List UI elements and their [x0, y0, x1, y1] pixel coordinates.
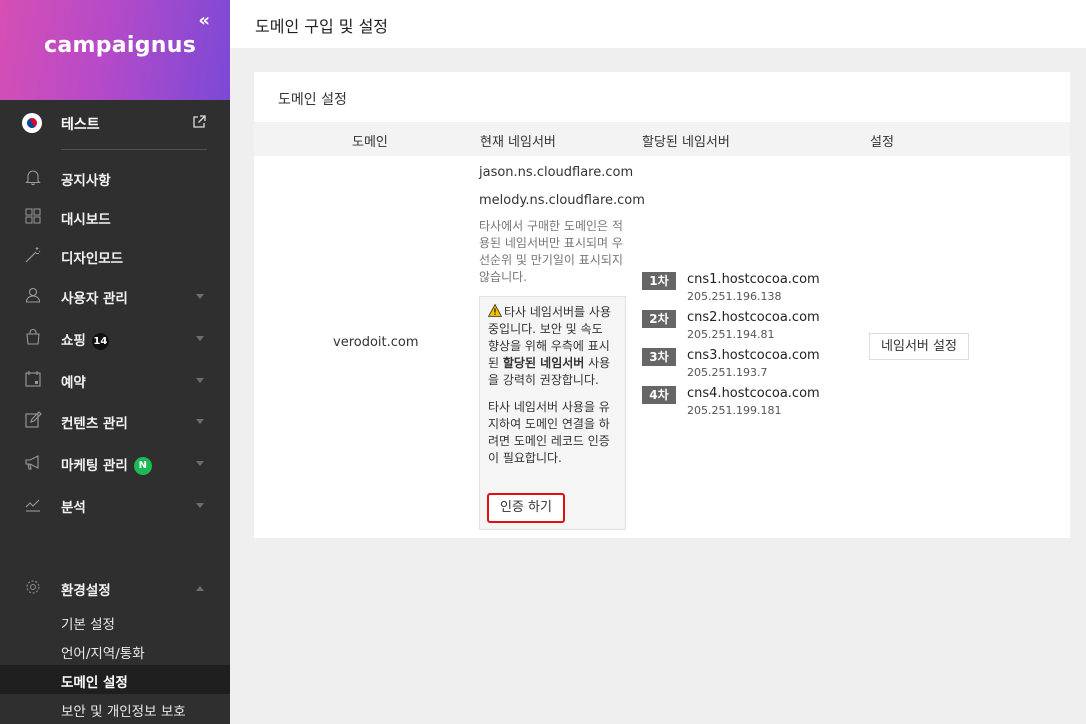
- warning-text: 타사 네임서버를 사용 중입니다. 보안 및 속도 향상을 위해 우측에 표시된…: [488, 304, 617, 389]
- nav-label: 마케팅 관리 N: [61, 454, 152, 475]
- external-link-icon[interactable]: [192, 115, 206, 129]
- ns-ip: 205.251.194.81: [687, 328, 775, 341]
- warning-text-bold: 할당된 네임서버: [502, 356, 585, 370]
- nav-item-content-management[interactable]: 컨텐츠 관리: [0, 407, 230, 435]
- nav-item-notice[interactable]: 공지사항: [0, 164, 230, 192]
- ns-ip: 205.251.196.138: [687, 290, 782, 303]
- sub-item-label: 기본 설정: [61, 617, 115, 633]
- column-header-assigned-ns: 할당된 네임서버: [642, 135, 730, 150]
- shopping-count-badge: 14: [91, 332, 109, 350]
- nav-label-text: 마케팅 관리: [61, 458, 128, 474]
- sub-item-domain-settings[interactable]: 도메인 설정: [0, 665, 230, 694]
- ns-ip: 205.251.199.181: [687, 404, 782, 417]
- current-ns-note: 타사에서 구매한 도메인은 적용된 네임서버만 표시되며 우선순위 및 만기일이…: [479, 219, 623, 284]
- ns-ip: 205.251.193.7: [687, 366, 768, 379]
- domain-settings-card: 도메인 설정 도메인 현재 네임서버 할당된 네임서버 설정 verodoit.…: [254, 72, 1070, 538]
- calendar-icon: [25, 371, 41, 387]
- nav-item-marketing[interactable]: 마케팅 관리 N: [0, 449, 230, 477]
- current-nameserver: melody.ns.cloudflare.com: [479, 193, 645, 208]
- collapse-sidebar-icon[interactable]: «: [198, 10, 210, 31]
- ns-rank-badge: 1차: [642, 272, 676, 290]
- page-title: 도메인 구입 및 설정: [255, 17, 389, 36]
- sub-item-basic-settings[interactable]: 기본 설정: [0, 607, 230, 636]
- chevron-up-icon: [196, 586, 204, 591]
- assigned-ns-row: 2차 cns2.hostcocoa.com 205.251.194.81: [642, 310, 842, 344]
- nav-label: 대시보드: [61, 212, 111, 228]
- magic-wand-icon: [25, 247, 41, 263]
- nav-item-reservation[interactable]: 예약: [0, 366, 230, 394]
- assigned-ns-row: 4차 cns4.hostcocoa.com 205.251.199.181: [642, 386, 842, 420]
- column-header-domain: 도메인: [352, 135, 388, 150]
- warning-text-second: 타사 네임서버 사용을 유지하여 도메인 연결을 하려면 도메인 레코드 인증이…: [488, 400, 610, 465]
- nav-item-user-management[interactable]: 사용자 관리: [0, 282, 230, 310]
- chart-icon: [25, 499, 40, 512]
- sidebar-divider: [61, 149, 207, 150]
- chevron-down-icon: [196, 294, 204, 299]
- warning-icon: [488, 304, 502, 317]
- korea-flag-icon: [22, 113, 42, 133]
- ns-host: cns2.hostcocoa.com: [687, 310, 820, 325]
- card-title: 도메인 설정: [278, 92, 347, 108]
- chevron-down-icon: [196, 419, 204, 424]
- nav-item-settings[interactable]: 환경설정: [0, 574, 230, 602]
- current-nameserver: jason.ns.cloudflare.com: [479, 165, 634, 180]
- assigned-ns-row: 3차 cns3.hostcocoa.com 205.251.193.7: [642, 348, 842, 382]
- nav-item-analytics[interactable]: 분석: [0, 491, 230, 519]
- new-badge: N: [133, 457, 152, 475]
- column-header-current-ns: 현재 네임서버: [480, 135, 556, 150]
- chevron-down-icon: [196, 378, 204, 383]
- nav-label: 사용자 관리: [61, 291, 128, 307]
- chevron-down-icon: [196, 336, 204, 341]
- grid-icon: [25, 208, 41, 224]
- nav-label: 공지사항: [61, 173, 111, 189]
- gear-icon: [26, 580, 40, 594]
- sub-item-label: 도메인 설정: [61, 675, 128, 691]
- nameserver-settings-button[interactable]: 네임서버 설정: [869, 333, 969, 360]
- sidebar: campaignus « 테스트 공지사항 대시보드 디자인모드 사용자 관리 …: [0, 0, 230, 724]
- nav-item-design-mode[interactable]: 디자인모드: [0, 242, 230, 270]
- brand-header: campaignus «: [0, 0, 230, 100]
- verify-button[interactable]: 인증 하기: [487, 493, 565, 523]
- assigned-ns-row: 1차 cns1.hostcocoa.com 205.251.196.138: [642, 272, 842, 306]
- megaphone-icon: [25, 455, 39, 470]
- nav-label: 쇼핑 14: [61, 329, 109, 350]
- site-name[interactable]: 테스트: [61, 114, 100, 134]
- nav-item-shopping[interactable]: 쇼핑 14: [0, 324, 230, 352]
- ns-rank-badge: 3차: [642, 348, 676, 366]
- nav-label: 디자인모드: [61, 251, 124, 267]
- nav-label: 예약: [61, 375, 86, 391]
- ns-rank-badge: 2차: [642, 310, 676, 328]
- table-header: 도메인 현재 네임서버 할당된 네임서버 설정: [254, 122, 1070, 156]
- nav-label: 환경설정: [61, 583, 111, 599]
- nav-item-dashboard[interactable]: 대시보드: [0, 203, 230, 231]
- ns-host: cns4.hostcocoa.com: [687, 386, 820, 401]
- page-header: 도메인 구입 및 설정: [230, 0, 1086, 48]
- column-header-settings: 설정: [870, 135, 894, 150]
- sub-item-label: 보안 및 개인정보 보호: [61, 704, 186, 720]
- domain-name: verodoit.com: [333, 335, 419, 350]
- shopping-bag-icon: [26, 329, 40, 345]
- ns-host: cns1.hostcocoa.com: [687, 272, 820, 287]
- sub-item-language-region[interactable]: 언어/지역/통화: [0, 636, 230, 665]
- chevron-down-icon: [196, 503, 204, 508]
- user-icon: [25, 287, 41, 303]
- sub-item-security-privacy[interactable]: 보안 및 개인정보 보호: [0, 694, 230, 723]
- sub-item-label: 언어/지역/통화: [61, 646, 145, 662]
- ns-rank-badge: 4차: [642, 386, 676, 404]
- nav-label: 컨텐츠 관리: [61, 416, 128, 432]
- nav-label-text: 쇼핑: [61, 333, 86, 349]
- nav-label: 분석: [61, 500, 86, 516]
- ns-host: cns3.hostcocoa.com: [687, 348, 820, 363]
- campaignus-logo[interactable]: campaignus: [44, 33, 196, 58]
- edit-icon: [25, 411, 42, 428]
- third-party-ns-warning: 타사 네임서버를 사용 중입니다. 보안 및 속도 향상을 위해 우측에 표시된…: [479, 296, 626, 530]
- chevron-down-icon: [196, 461, 204, 466]
- bell-icon: [25, 170, 41, 186]
